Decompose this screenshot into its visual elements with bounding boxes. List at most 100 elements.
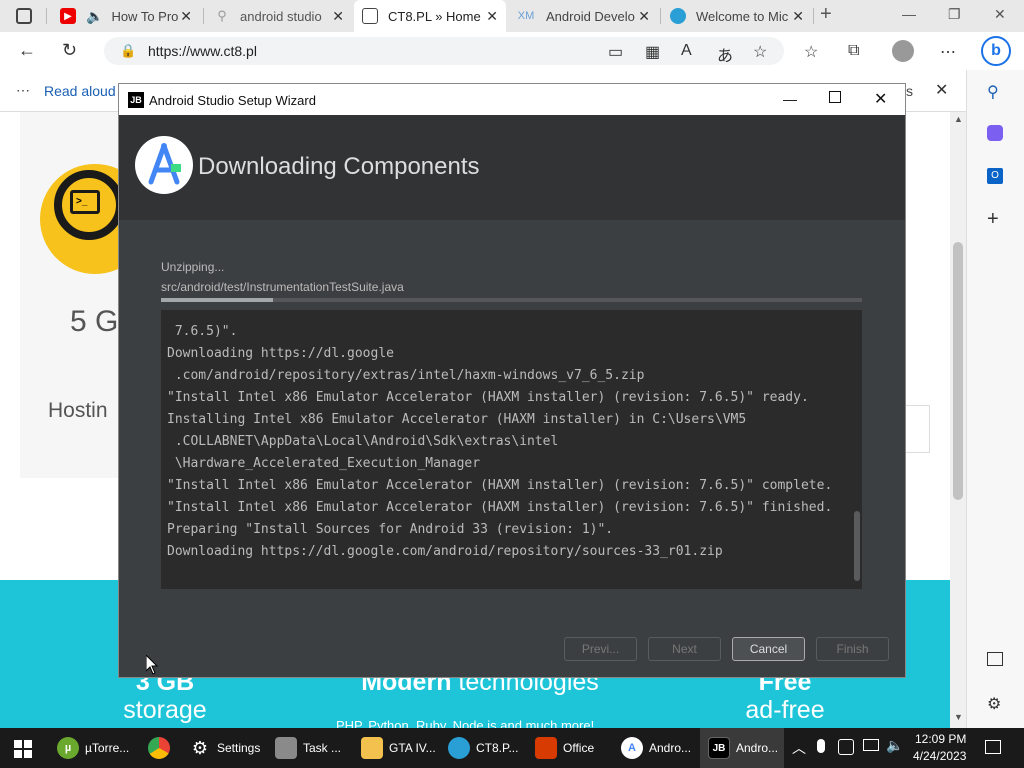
taskbar-item-task-manager[interactable]: Task ... <box>275 728 341 768</box>
close-tab-icon[interactable]: ✕ <box>486 8 498 25</box>
add-sidebar-icon[interactable]: + <box>987 208 999 231</box>
next-button[interactable]: Next <box>648 637 721 661</box>
tab-android-dev[interactable]: XM Android Develo ✕ <box>508 0 658 32</box>
taskbar-item-explorer[interactable]: GTA IV... <box>361 728 436 768</box>
dialog-title: Android Studio Setup Wizard <box>149 93 316 108</box>
cancel-button[interactable]: Cancel <box>732 637 805 661</box>
previous-button[interactable]: Previ... <box>564 637 637 661</box>
search-icon: ⚲ <box>217 8 227 23</box>
profile-avatar[interactable] <box>892 40 914 62</box>
minimize-icon[interactable]: — <box>902 6 916 22</box>
tech-line: PHP, Python, Ruby, Node is and much more… <box>336 718 595 728</box>
console-line: "Install Intel x86 Emulator Accelerator … <box>167 478 833 493</box>
finish-button[interactable]: Finish <box>816 637 889 661</box>
shopping-icon[interactable] <box>987 125 1003 141</box>
taskbar-item-chrome[interactable] <box>148 728 176 768</box>
close-tab-icon[interactable]: ✕ <box>332 8 344 25</box>
taskbar-item-android-studio-wizard[interactable]: JB Andro... <box>700 728 784 768</box>
tab-ct8[interactable]: CT8.PL » Home ✕ <box>354 0 506 32</box>
translate-icon[interactable]: あ <box>717 42 733 66</box>
clock-time[interactable]: 12:09 PM <box>915 732 966 746</box>
dialog-heading: Downloading Components <box>198 153 480 180</box>
taskbar-item-edge[interactable]: CT8.P... <box>448 728 518 768</box>
tab-welcome[interactable]: Welcome to Mic ✕ <box>662 0 812 32</box>
minimize-icon[interactable]: — <box>783 91 797 107</box>
start-button[interactable] <box>14 740 32 758</box>
bing-icon[interactable]: b <box>981 36 1011 66</box>
favorite-add-icon[interactable]: ☆ <box>753 42 767 62</box>
page-scrollbar[interactable]: ▲ ▼ <box>950 112 966 728</box>
page-icon <box>362 8 378 24</box>
read-aloud-link[interactable]: Read aloud <box>44 83 116 99</box>
app-available-icon[interactable]: ▭ <box>608 42 623 62</box>
close-read-aloud-icon[interactable]: ✕ <box>935 80 948 100</box>
favorites-icon[interactable]: ☆ <box>804 42 818 62</box>
maximize-icon[interactable] <box>829 91 841 103</box>
taskbar-label: Andro... <box>736 741 779 755</box>
notifications-icon[interactable] <box>985 740 1001 754</box>
edge-sidebar: ⚲ O + ⚙ <box>966 70 1024 728</box>
dialog-titlebar[interactable]: JB Android Studio Setup Wizard — ✕ <box>119 84 905 115</box>
task-manager-icon <box>275 737 297 759</box>
console-line: .COLLABNET\AppData\Local\Android\Sdk\ext… <box>167 434 559 449</box>
clock-date[interactable]: 4/24/2023 <box>913 749 966 763</box>
taskbar-item-android-studio[interactable]: A Andro... <box>621 728 691 768</box>
speaker-icon[interactable]: 🔈 <box>86 8 103 25</box>
restore-icon[interactable]: ❐ <box>948 6 961 23</box>
more-icon[interactable]: ⋯ <box>16 82 30 99</box>
taskbar: µ µTorre... ⚙ Settings Task ... GTA IV..… <box>0 728 1024 768</box>
taskbar-label: Task ... <box>303 741 342 755</box>
xml-icon: XM <box>517 10 535 22</box>
console-scroll-thumb[interactable] <box>854 511 860 581</box>
tab-search[interactable]: ⚲ android studio ✕ <box>206 0 352 32</box>
more-options-icon[interactable]: ⋯ <box>940 42 956 62</box>
scroll-down-icon[interactable]: ▼ <box>954 712 963 722</box>
network-icon[interactable] <box>863 739 879 751</box>
terminal-search-icon: >_ <box>54 170 124 240</box>
console-line: Installing Intel x86 Emulator Accelerato… <box>167 412 747 427</box>
search-icon[interactable]: ⚲ <box>987 82 999 102</box>
taskbar-item-office[interactable]: Office <box>535 728 594 768</box>
volume-icon[interactable]: 🔈 <box>886 737 903 754</box>
collections-icon[interactable]: ⧉ <box>848 42 859 60</box>
close-window-icon[interactable]: ✕ <box>994 6 1006 23</box>
console-line: Downloading https://dl.google.com/androi… <box>167 544 723 559</box>
tab-actions-icon[interactable] <box>16 8 32 24</box>
current-file-text: src/android/test/InstrumentationTestSuit… <box>161 280 404 294</box>
office-icon <box>535 737 557 759</box>
console-line: Downloading https://dl.google <box>167 346 394 361</box>
taskbar-item-settings[interactable]: ⚙ Settings <box>189 728 260 768</box>
qr-code-icon[interactable]: ▦ <box>645 42 660 62</box>
console-log[interactable]: 7.6.5)". Downloading https://dl.google .c… <box>161 310 862 589</box>
progress-bar <box>161 298 862 302</box>
address-bar-row: ← ↻ 🔒 https://www.ct8.pl ▭ ▦ A あ ☆ ☆ ⧉ ⋯… <box>0 32 1024 70</box>
chrome-icon <box>148 737 170 759</box>
android-studio-logo-icon <box>135 136 193 194</box>
close-tab-icon[interactable]: ✕ <box>792 8 804 25</box>
folder-icon <box>361 737 383 759</box>
refresh-icon[interactable]: ↻ <box>62 40 77 61</box>
sidebar-toggle-icon[interactable] <box>987 652 1003 666</box>
taskbar-item-utorrent[interactable]: µ µTorre... <box>57 728 129 768</box>
close-tab-icon[interactable]: ✕ <box>180 8 192 25</box>
taskbar-label: µTorre... <box>85 741 130 755</box>
new-tab-icon[interactable]: + <box>820 3 832 26</box>
close-dialog-icon[interactable]: ✕ <box>874 89 887 109</box>
close-tab-icon[interactable]: ✕ <box>638 8 650 25</box>
back-icon[interactable]: ← <box>18 40 36 61</box>
show-hidden-icons-icon[interactable]: ︿ <box>792 738 806 758</box>
outlook-icon[interactable]: O <box>987 168 1003 184</box>
settings-icon[interactable]: ⚙ <box>987 694 1001 714</box>
read-aloud-icon[interactable]: A <box>681 42 692 60</box>
browser-tab-strip: ▶ 🔈 How To Pro ✕ ⚲ android studio ✕ CT8.… <box>0 0 1024 32</box>
security-icon[interactable] <box>838 739 854 755</box>
scroll-up-icon[interactable]: ▲ <box>954 114 963 124</box>
scroll-thumb[interactable] <box>953 242 963 500</box>
console-line: Preparing "Install Sources for Android 3… <box>167 522 614 537</box>
tab-youtube[interactable]: ▶ 🔈 How To Pro ✕ <box>52 0 200 32</box>
console-line: .com/android/repository/extras/intel/hax… <box>167 368 645 383</box>
tab-label: android studio <box>240 8 322 24</box>
microphone-icon[interactable] <box>817 739 825 753</box>
taskbar-label: Andro... <box>649 741 692 755</box>
youtube-icon: ▶ <box>60 8 76 24</box>
